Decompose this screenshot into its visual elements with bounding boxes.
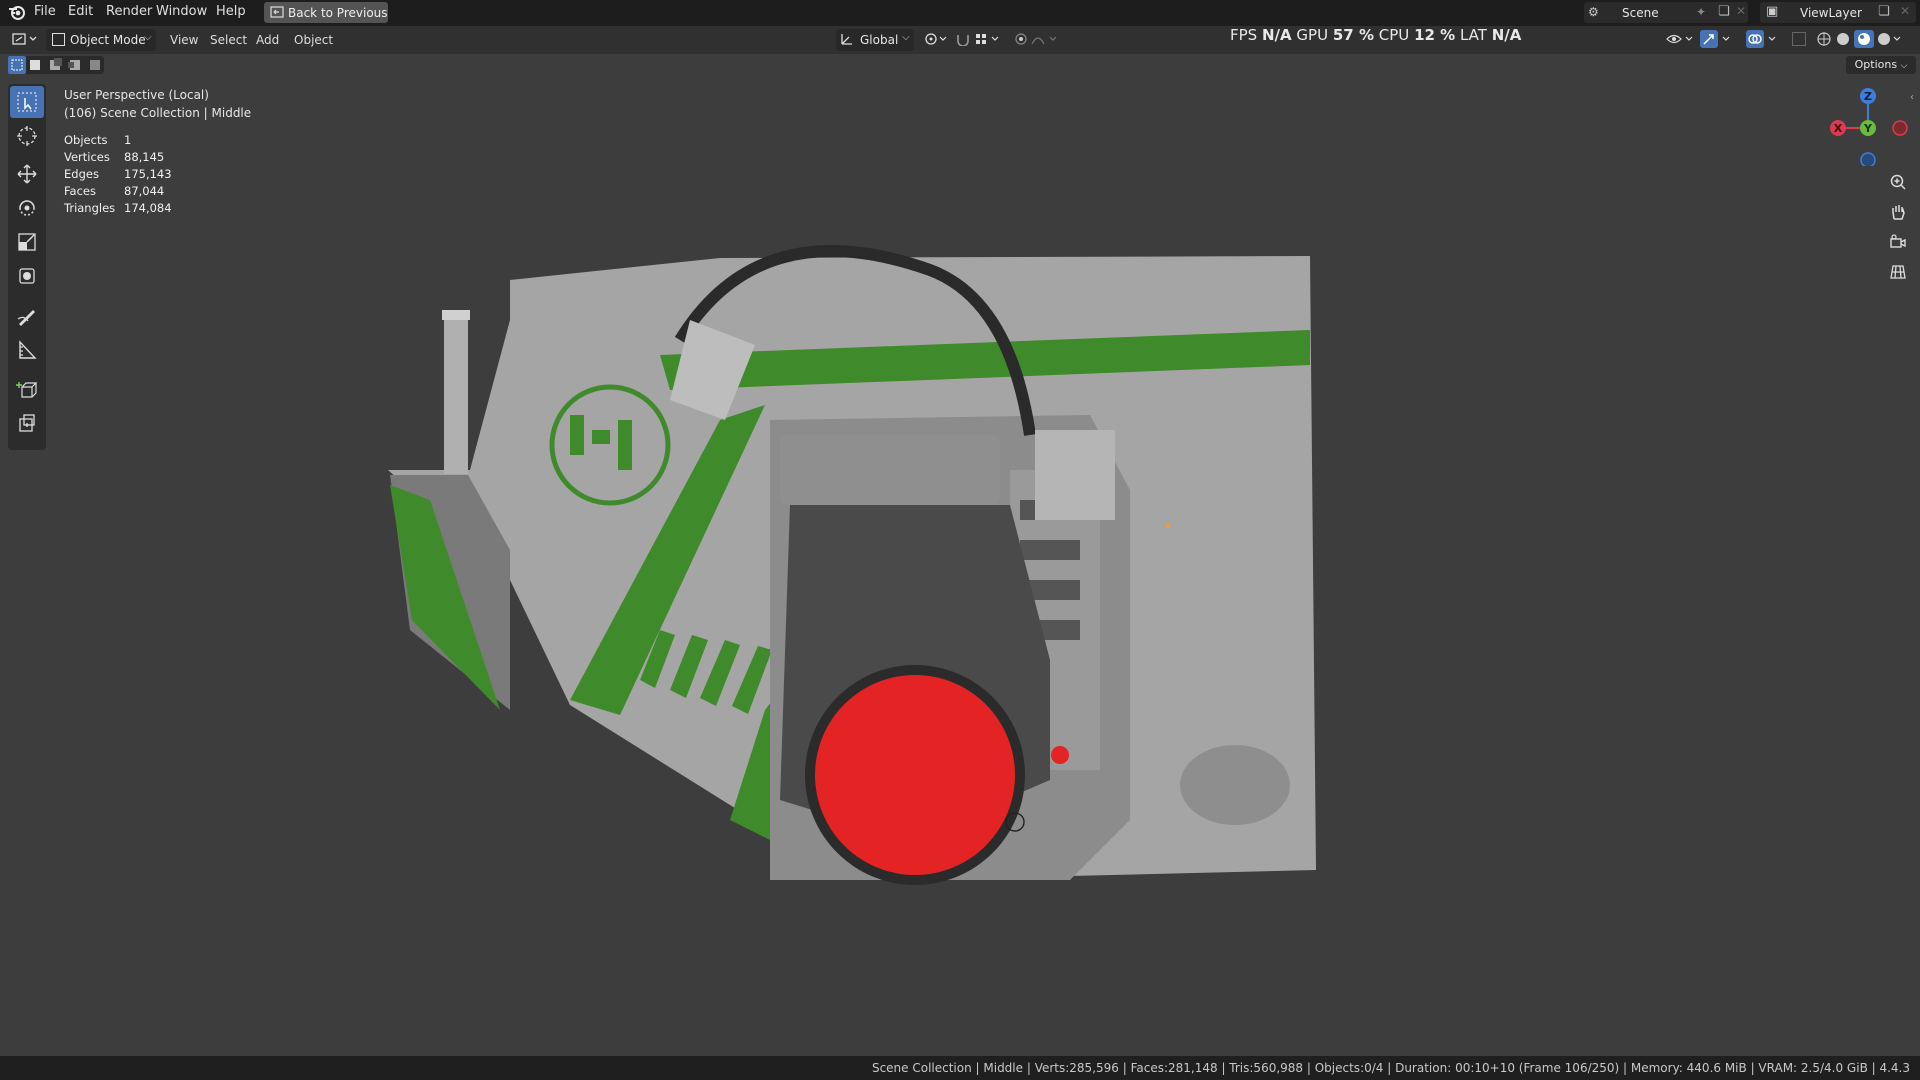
stats-row: Vertices 88,145 <box>64 150 164 164</box>
object-mode-icon <box>52 33 65 46</box>
menu-object[interactable]: Object <box>294 33 333 47</box>
stats-value: 174,084 <box>124 201 172 215</box>
camera-view-icon[interactable] <box>1884 228 1912 256</box>
mode-label: Object Mode <box>70 33 146 47</box>
gizmo-toggle-icon[interactable] <box>1700 30 1734 51</box>
origin-point-icon <box>1166 524 1170 528</box>
add-primitive-tool[interactable] <box>10 408 44 440</box>
pin-icon[interactable]: ✦ <box>1696 5 1706 19</box>
options-dropdown[interactable]: Options ⌵ <box>1846 56 1916 74</box>
chevron-down-icon: ⌵ <box>1900 61 1908 71</box>
status-bar: Scene Collection | Middle | Verts:285,59… <box>0 1056 1920 1080</box>
orientation-icon <box>840 32 854 49</box>
viewport-header: Object Mode ⌵ View Select Add Object Glo… <box>0 26 1920 54</box>
stats-label: Triangles <box>64 201 116 215</box>
annotate-tool[interactable] <box>10 300 44 332</box>
new-view-layer-icon[interactable]: ❏ <box>1878 4 1890 19</box>
lat-label: LAT <box>1459 26 1487 44</box>
measure-tool[interactable] <box>10 334 44 366</box>
scene-name: Scene <box>1622 6 1659 20</box>
gpu-label: GPU <box>1296 26 1329 44</box>
blender-logo-icon[interactable] <box>8 4 26 25</box>
pan-hand-icon[interactable] <box>1884 198 1912 226</box>
new-scene-icon[interactable]: ❏ <box>1718 4 1730 19</box>
scene-icon: ⚙ <box>1588 5 1599 19</box>
gizmo-x-label: X <box>1834 122 1843 135</box>
menu-select[interactable]: Select <box>210 33 247 47</box>
menu-file[interactable]: File <box>34 4 56 19</box>
stats-label: Edges <box>64 167 99 181</box>
status-text: Scene Collection | Middle | Verts:285,59… <box>871 1061 1910 1075</box>
cpu-label: CPU <box>1378 26 1410 44</box>
transform-orientation-dropdown[interactable]: Global ⌵ <box>836 29 914 51</box>
stats-value: 1 <box>124 133 132 147</box>
menu-window[interactable]: Window <box>156 4 207 19</box>
mode-dropdown[interactable]: Object Mode ⌵ <box>46 29 156 51</box>
cpu-value: 12 % <box>1414 26 1456 44</box>
gizmo-y-label: Y <box>1863 122 1873 135</box>
delete-view-layer-icon[interactable]: ✕ <box>1900 4 1910 18</box>
xray-icon[interactable] <box>1792 32 1806 46</box>
navigation-gizmo[interactable]: Z X Y <box>1826 86 1910 166</box>
top-menu-bar: File Edit Render Window Help Back to Pre… <box>0 0 1920 26</box>
sidebar-toggle-icon[interactable]: ‹ <box>1910 92 1914 103</box>
select-box-tool[interactable] <box>10 86 44 118</box>
stats-value: 175,143 <box>124 167 172 181</box>
gpu-value: 57 % <box>1332 26 1374 44</box>
tool-shelf <box>8 84 46 450</box>
stats-value: 88,145 <box>124 150 165 164</box>
orientation-label: Global <box>860 33 899 47</box>
stats-value: 87,044 <box>124 184 165 198</box>
visibility-icon[interactable] <box>1666 32 1696 49</box>
delete-scene-icon[interactable]: ✕ <box>1736 4 1746 18</box>
fps-value: N/A <box>1261 26 1292 44</box>
stats-label: Faces <box>64 184 96 198</box>
stats-row: Faces 87,044 <box>64 184 164 198</box>
back-to-previous-button[interactable]: Back to Previous <box>264 2 388 23</box>
rotate-tool[interactable] <box>10 192 44 224</box>
move-tool[interactable] <box>10 158 44 190</box>
pivot-point-icon[interactable] <box>924 32 952 49</box>
add-cube-tool[interactable] <box>10 374 44 406</box>
orthographic-grid-icon[interactable] <box>1884 258 1912 286</box>
back-to-previous-label: Back to Previous <box>288 5 388 20</box>
view-layer-selector[interactable]: ▣ ViewLayer ❏ ✕ <box>1760 2 1916 23</box>
viewport-info: User Perspective (Local) (106) Scene Col… <box>64 86 251 122</box>
scale-tool[interactable] <box>10 226 44 258</box>
menu-render[interactable]: Render <box>106 4 152 19</box>
proportional-editing-icon[interactable] <box>1014 32 1064 49</box>
stats-row: Edges 175,143 <box>64 167 172 181</box>
overlays-icon[interactable] <box>1746 30 1780 51</box>
view-layer-icon: ▣ <box>1766 4 1779 19</box>
camera-model-render <box>388 245 1316 885</box>
scene-selector[interactable]: ⚙ Scene ✦ ❏ ✕ <box>1584 2 1748 23</box>
menu-help[interactable]: Help <box>216 4 246 19</box>
menu-add[interactable]: Add <box>256 33 279 47</box>
transform-tool[interactable] <box>10 260 44 292</box>
zoom-icon[interactable] <box>1884 168 1912 196</box>
menu-view[interactable]: View <box>170 33 198 47</box>
collection-label: (106) Scene Collection | Middle <box>64 106 252 120</box>
view-perspective: User Perspective (Local) <box>64 88 209 102</box>
view-layer-name: ViewLayer <box>1800 6 1862 20</box>
stats-row: Objects 1 <box>64 133 131 147</box>
stats-label: Vertices <box>64 150 110 164</box>
gizmo-z-label: Z <box>1864 90 1872 103</box>
shading-modes[interactable] <box>1816 30 1916 51</box>
menu-edit[interactable]: Edit <box>68 4 93 19</box>
select-mode-buttons[interactable] <box>8 56 104 74</box>
stats-label: Objects <box>64 133 108 147</box>
snap-icon[interactable] <box>956 32 1006 49</box>
cursor-tool[interactable] <box>10 120 44 152</box>
chevron-down-icon: ⌵ <box>902 32 910 43</box>
back-icon <box>270 5 284 22</box>
lat-value: N/A <box>1491 26 1522 44</box>
fps-label: FPS <box>1230 26 1258 44</box>
stats-row: Triangles 174,084 <box>64 201 172 215</box>
chevron-down-icon: ⌵ <box>144 32 152 43</box>
editor-type-icon[interactable] <box>12 32 38 49</box>
options-label: Options <box>1854 58 1898 71</box>
performance-readout: FPS N/A GPU 57 % CPU 12 % LAT N/A <box>1230 26 1521 44</box>
